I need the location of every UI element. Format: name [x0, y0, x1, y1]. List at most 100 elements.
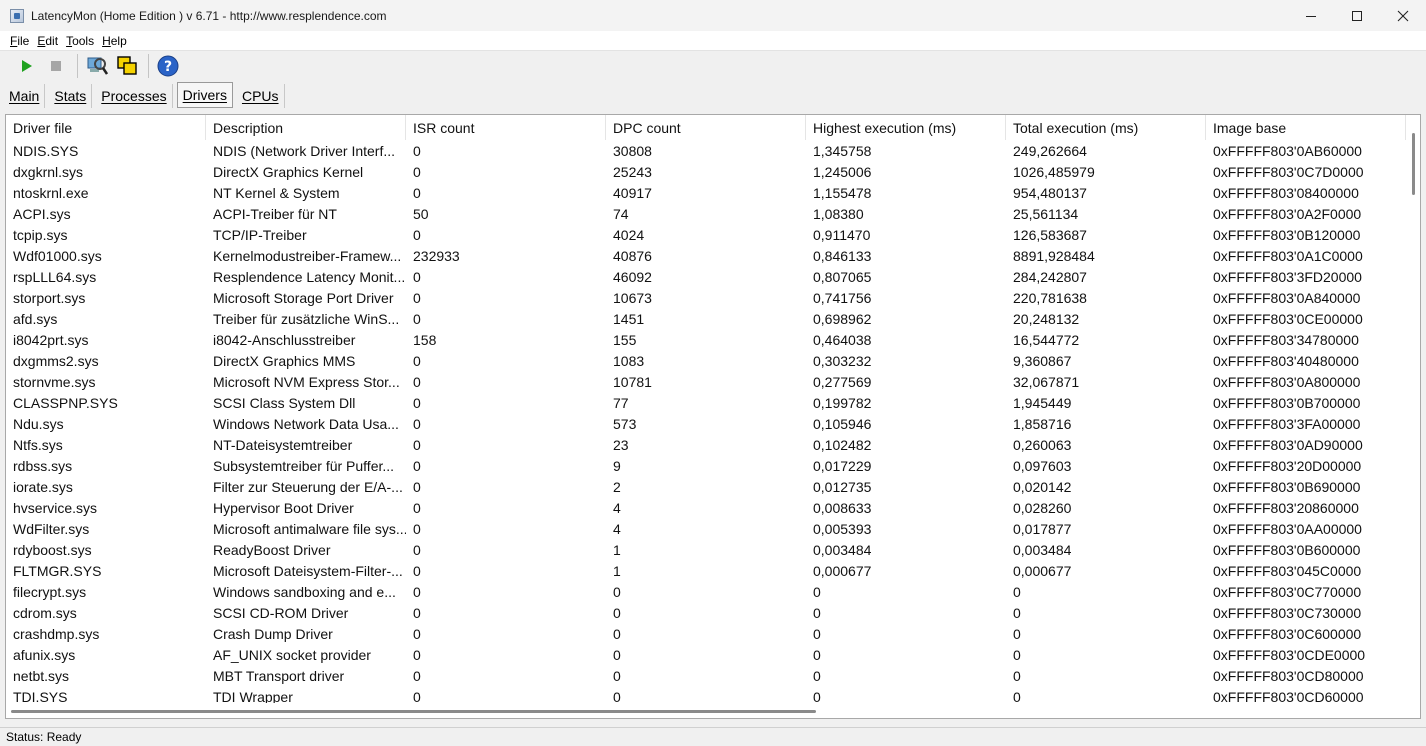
table-row[interactable]: iorate.sys Filter zur Steuerung der E/A-.…	[6, 476, 1406, 497]
column-header-driver-file[interactable]: Driver file	[6, 115, 206, 140]
cell-dpc-count: 2	[613, 478, 621, 495]
table-row[interactable]: FLTMGR.SYS Microsoft Dateisystem-Filter-.…	[6, 560, 1406, 581]
help-button[interactable]: ?	[154, 53, 182, 79]
close-icon	[1397, 10, 1409, 21]
cell-highest-execution: 0,005393	[813, 520, 872, 537]
cell-total-execution: 0	[1013, 583, 1021, 600]
cell-highest-execution: 0,017229	[813, 457, 872, 474]
cell-isr-count: 0	[413, 373, 421, 390]
cell-dpc-count: 0	[613, 604, 621, 621]
table-row[interactable]: dxgkrnl.sys DirectX Graphics Kernel 0 25243…	[6, 161, 1406, 182]
table-row[interactable]: CLASSPNP.SYS SCSI Class System Dll 0 77 0,19…	[6, 392, 1406, 413]
menu-help[interactable]: Help	[102, 34, 127, 48]
cell-dpc-count: 0	[613, 667, 621, 684]
cell-dpc-count: 573	[613, 415, 637, 432]
column-header-description[interactable]: Description	[206, 115, 406, 140]
cell-dpc-count: 1	[613, 562, 621, 579]
cell-isr-count: 0	[413, 583, 421, 600]
column-header-image-base[interactable]: Image base	[1206, 115, 1406, 140]
cell-highest-execution: 0,000677	[813, 562, 872, 579]
table-row[interactable]: i8042prt.sys i8042-Anschlusstreiber 158 155…	[6, 329, 1406, 350]
cell-dpc-count: 4	[613, 499, 621, 516]
cell-dpc-count: 1	[613, 541, 621, 558]
cell-description: Hypervisor Boot Driver	[213, 499, 354, 516]
start-button[interactable]	[12, 53, 40, 79]
menu-file[interactable]: File	[10, 34, 29, 48]
table-row[interactable]: stornvme.sys Microsoft NVM Express Stor..…	[6, 371, 1406, 392]
horizontal-scroll-thumb[interactable]	[11, 710, 816, 713]
cell-isr-count: 50	[413, 205, 429, 222]
menu-tools[interactable]: Tools	[66, 34, 94, 48]
table-row[interactable]: rdbss.sys Subsystemtreiber für Puffer... 0…	[6, 455, 1406, 476]
cell-dpc-count: 74	[613, 205, 629, 222]
cell-total-execution: 25,561134	[1013, 205, 1079, 222]
minimize-button[interactable]	[1288, 0, 1334, 31]
cell-dpc-count: 4	[613, 520, 621, 537]
app-icon	[10, 8, 24, 23]
table-row[interactable]: crashdmp.sys Crash Dump Driver 0 0 0 0 0xFFFFF…	[6, 623, 1406, 644]
menu-edit[interactable]: Edit	[37, 34, 58, 48]
horizontal-scrollbar[interactable]	[6, 703, 1408, 718]
cell-total-execution: 0,020142	[1013, 478, 1072, 495]
table-row[interactable]: rdyboost.sys ReadyBoost Driver 0 1 0,003484 0…	[6, 539, 1406, 560]
cell-isr-count: 0	[413, 604, 421, 621]
cell-highest-execution: 0	[813, 667, 821, 684]
column-header-highest-execution[interactable]: Highest execution (ms)	[806, 115, 1006, 140]
tab-stats[interactable]: Stats	[49, 84, 93, 108]
stop-button[interactable]	[42, 53, 70, 79]
cell-highest-execution: 0,807065	[813, 268, 872, 285]
table-row[interactable]: WdFilter.sys Microsoft antimalware file s…	[6, 518, 1406, 539]
toolbar-separator	[77, 54, 78, 78]
cell-total-execution: 0,028260	[1013, 499, 1072, 516]
column-header-total-execution[interactable]: Total execution (ms)	[1006, 115, 1206, 140]
cell-isr-count: 0	[413, 268, 421, 285]
cell-isr-count: 0	[413, 226, 421, 243]
cell-dpc-count: 0	[613, 625, 621, 642]
cell-dpc-count: 1451	[613, 310, 645, 327]
vertical-scroll-thumb[interactable]	[1412, 133, 1415, 195]
tab-drivers[interactable]: Drivers	[176, 82, 233, 108]
table-row[interactable]: cdrom.sys SCSI CD-ROM Driver 0 0 0 0 0xFFFFF80…	[6, 602, 1406, 623]
cell-total-execution: 0	[1013, 625, 1021, 642]
table-row[interactable]: hvservice.sys Hypervisor Boot Driver 0 4 0,0…	[6, 497, 1406, 518]
table-row[interactable]: filecrypt.sys Windows sandboxing and e...…	[6, 581, 1406, 602]
table-row[interactable]: Wdf01000.sys Kernelmodustreiber-Framew...…	[6, 245, 1406, 266]
cell-description: TCP/IP-Treiber	[213, 226, 307, 243]
table-row[interactable]: rspLLL64.sys Resplendence Latency Monit..…	[6, 266, 1406, 287]
tab-main[interactable]: Main	[4, 84, 46, 108]
cell-isr-count: 0	[413, 394, 421, 411]
cell-image-base: 0xFFFFF803'08400000	[1213, 184, 1359, 201]
cell-image-base: 0xFFFFF803'20860000	[1213, 499, 1359, 516]
maximize-button[interactable]	[1334, 0, 1380, 31]
cell-description: AF_UNIX socket provider	[213, 646, 371, 663]
windows-button[interactable]	[113, 53, 141, 79]
tab-cpus[interactable]: CPUs	[237, 84, 285, 108]
table-row[interactable]: dxgmms2.sys DirectX Graphics MMS 0 1083 0,30…	[6, 350, 1406, 371]
table-row[interactable]: ntoskrnl.exe NT Kernel & System 0 40917 1,15…	[6, 182, 1406, 203]
cell-description: SCSI CD-ROM Driver	[213, 604, 349, 621]
table-row[interactable]: afunix.sys AF_UNIX socket provider 0 0 0 0 0xF…	[6, 644, 1406, 665]
table-row[interactable]: tcpip.sys TCP/IP-Treiber 0 4024 0,911470 126,…	[6, 224, 1406, 245]
cell-isr-count: 0	[413, 541, 421, 558]
cell-isr-count: 232933	[413, 247, 460, 264]
vertical-scrollbar[interactable]	[1406, 115, 1420, 704]
table-row[interactable]: storport.sys Microsoft Storage Port Drive…	[6, 287, 1406, 308]
table-row[interactable]: Ntfs.sys NT-Dateisystemtreiber 0 23 0,102482…	[6, 434, 1406, 455]
table-row[interactable]: netbt.sys MBT Transport driver 0 0 0 0 0xFFFFF…	[6, 665, 1406, 686]
tab-processes[interactable]: Processes	[96, 84, 173, 108]
column-header-dpc-count[interactable]: DPC count	[606, 115, 806, 140]
cell-highest-execution: 0	[813, 583, 821, 600]
tab-strip: Main Stats Processes Drivers CPUs	[0, 81, 1426, 108]
table-row[interactable]: NDIS.SYS NDIS (Network Driver Interf... 0 3…	[6, 140, 1406, 161]
toolbar: ?	[0, 51, 1426, 81]
table-row[interactable]: afd.sys Treiber für zusätzliche WinS... 0 1…	[6, 308, 1406, 329]
close-button[interactable]	[1380, 0, 1426, 31]
table-row[interactable]: ACPI.sys ACPI-Treiber für NT 50 74 1,08380 25…	[6, 203, 1406, 224]
cell-driver-file: filecrypt.sys	[13, 583, 87, 600]
title-bar: LatencyMon (Home Edition ) v 6.71 - http…	[0, 0, 1426, 31]
cell-total-execution: 0	[1013, 604, 1021, 621]
column-header-isr-count[interactable]: ISR count	[406, 115, 606, 140]
cell-image-base: 0xFFFFF803'045C0000	[1213, 562, 1362, 579]
table-row[interactable]: Ndu.sys Windows Network Data Usa... 0 573 0,…	[6, 413, 1406, 434]
analyze-button[interactable]	[83, 53, 111, 79]
